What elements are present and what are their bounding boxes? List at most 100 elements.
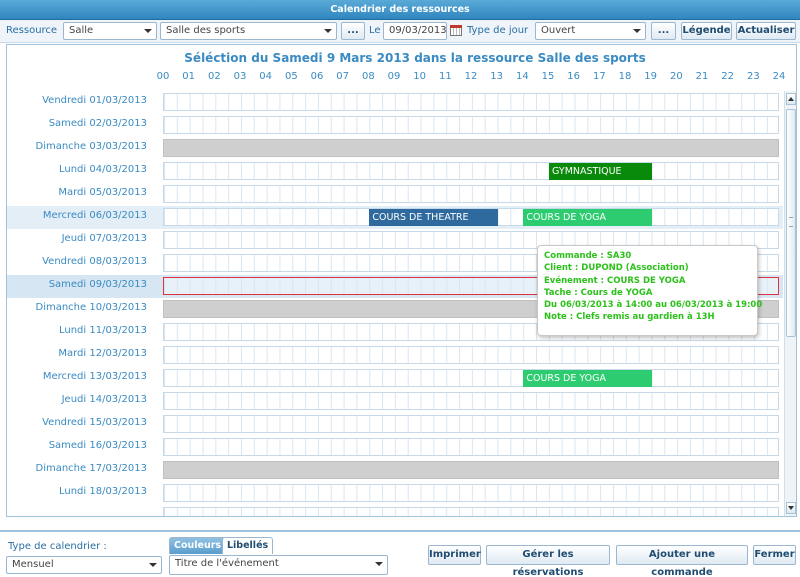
closed-day-track[interactable] xyxy=(163,139,779,157)
day-track[interactable] xyxy=(163,116,779,134)
chevron-down-icon xyxy=(144,29,152,33)
calendar-row[interactable]: Vendredi 01/03/2013 xyxy=(7,91,783,114)
selection-title: Séléction du Samedi 9 Mars 2013 dans la … xyxy=(184,51,646,65)
row-date: Mercredi 06/03/2013 xyxy=(42,210,147,221)
ressource-more-button[interactable]: ... xyxy=(341,22,365,40)
ajouter-commande-button[interactable]: Ajouter une commande xyxy=(616,545,748,577)
event-block[interactable]: GYMNASTIQUE xyxy=(549,163,652,180)
calendar-row[interactable]: Dimanche 17/03/2013 xyxy=(7,459,783,482)
hour-label: 15 xyxy=(541,71,555,82)
row-date: Vendredi 01/03/2013 xyxy=(42,95,147,106)
calendar-row[interactable]: Lundi 18/03/2013 xyxy=(7,482,783,505)
hour-label: 05 xyxy=(284,71,298,82)
gerer-reservations-button[interactable]: Gérer les réservations xyxy=(486,545,610,577)
day-track[interactable] xyxy=(163,93,779,111)
calendar-row[interactable]: Mercredi 13/03/2013 COURS DE YOGA xyxy=(7,367,783,390)
vertical-scrollbar[interactable] xyxy=(784,91,796,516)
window-title: Calendrier des ressources xyxy=(0,0,800,20)
tooltip-line: Tache : Cours de YOGA xyxy=(544,287,653,298)
row-date: Jeudi 14/03/2013 xyxy=(61,394,147,405)
hour-label: 11 xyxy=(438,71,452,82)
tab-couleurs[interactable]: Couleurs xyxy=(169,537,227,554)
calendar-row[interactable]: Jeudi 14/03/2013 xyxy=(7,390,783,413)
row-date: Samedi 09/03/2013 xyxy=(48,279,147,290)
day-track[interactable]: GYMNASTIQUE xyxy=(163,162,779,180)
hour-label: 18 xyxy=(618,71,632,82)
tooltip-line: Du 06/03/2013 à 14:00 au 06/03/2013 à 19… xyxy=(544,300,763,311)
row-date: Mercredi 13/03/2013 xyxy=(42,371,147,382)
event-block[interactable]: COURS DE YOGA xyxy=(523,370,652,387)
day-track[interactable]: COURS DE YOGA xyxy=(163,369,779,387)
tooltip-line: Client : DUPOND (Association) xyxy=(544,263,689,274)
closed-day-track[interactable] xyxy=(163,461,779,479)
ressource-name-value: Salle des sports xyxy=(166,25,246,36)
date-value: 09/03/2013 xyxy=(389,25,447,36)
toolbar: Ressource Salle Salle des sports ... Le … xyxy=(0,20,800,43)
day-track[interactable] xyxy=(163,346,779,364)
legende-button[interactable]: Légende xyxy=(681,22,732,40)
ressource-name-select[interactable]: Salle des sports xyxy=(160,22,337,40)
hour-label: 16 xyxy=(567,71,581,82)
chevron-down-icon xyxy=(375,562,383,566)
event-tooltip: Commande : SA30 Client : DUPOND (Associat… xyxy=(537,245,763,336)
scroll-up-icon[interactable] xyxy=(786,93,796,105)
day-track[interactable] xyxy=(163,392,779,410)
calendar-row[interactable]: Samedi 16/03/2013 xyxy=(7,436,783,459)
calendar-row[interactable]: Lundi 04/03/2013 GYMNASTIQUE xyxy=(7,160,783,183)
hour-header: 00 01 02 03 04 05 06 07 08 09 10 11 12 13 14 15 16 17 18 19… xyxy=(7,71,798,85)
day-track[interactable] xyxy=(163,438,779,456)
day-track[interactable] xyxy=(163,185,779,203)
hour-label: 12 xyxy=(464,71,478,82)
ressource-type-value: Salle xyxy=(69,25,94,36)
row-date: Jeudi 07/03/2013 xyxy=(61,233,147,244)
row-date: Dimanche 10/03/2013 xyxy=(35,302,148,313)
day-track[interactable]: COURS DE THEATRE COURS DE YOGA xyxy=(163,208,779,226)
type-jour-select[interactable]: Ouvert xyxy=(535,22,646,40)
hour-label: 22 xyxy=(721,71,735,82)
calendar-row[interactable] xyxy=(7,505,783,516)
actualiser-button[interactable]: Actualiser xyxy=(736,22,796,40)
hour-label: 19 xyxy=(644,71,658,82)
calendar-row[interactable]: Dimanche 03/03/2013 xyxy=(7,137,783,160)
scroll-thumb[interactable] xyxy=(786,109,796,337)
hour-label: 21 xyxy=(695,71,709,82)
chevron-down-icon xyxy=(633,29,641,33)
type-calendrier-select[interactable]: Mensuel xyxy=(6,556,162,574)
calendar-row[interactable]: Vendredi 15/03/2013 xyxy=(7,413,783,436)
hour-label: 07 xyxy=(336,71,350,82)
hour-label: 20 xyxy=(669,71,683,82)
row-date: Dimanche 03/03/2013 xyxy=(35,141,148,152)
hour-label: 24 xyxy=(772,71,786,82)
fermer-button[interactable]: Fermer xyxy=(753,545,796,565)
libelle-select[interactable]: Titre de l'événement xyxy=(169,555,388,575)
ressource-type-select[interactable]: Salle xyxy=(63,22,157,40)
type-jour-more-button[interactable]: ... xyxy=(651,22,676,40)
chevron-down-icon xyxy=(149,563,157,567)
hour-label: 01 xyxy=(182,71,196,82)
hour-label: 08 xyxy=(361,71,375,82)
row-date: Samedi 16/03/2013 xyxy=(48,440,147,451)
day-track[interactable] xyxy=(163,484,779,502)
event-block[interactable]: COURS DE THEATRE xyxy=(369,209,498,226)
imprimer-button[interactable]: Imprimer xyxy=(428,545,481,565)
calendar-row[interactable]: Samedi 02/03/2013 xyxy=(7,114,783,137)
row-date: Lundi 11/03/2013 xyxy=(58,325,147,336)
type-jour-value: Ouvert xyxy=(541,25,576,36)
day-track[interactable] xyxy=(163,507,779,516)
chevron-down-icon xyxy=(324,29,332,33)
tab-libelles[interactable]: Libellés xyxy=(222,537,274,554)
hour-label: 03 xyxy=(233,71,247,82)
calendar-row[interactable]: Mercredi 06/03/2013 COURS DE THEATRE COURS… xyxy=(7,206,783,229)
scroll-down-icon[interactable] xyxy=(786,502,796,514)
day-track[interactable] xyxy=(163,415,779,433)
type-calendrier-value: Mensuel xyxy=(12,559,54,570)
calendar-icon[interactable] xyxy=(450,25,462,36)
type-calendrier-label: Type de calendrier : xyxy=(8,541,107,552)
calendar-row[interactable]: Mardi 12/03/2013 xyxy=(7,344,783,367)
date-label: Le xyxy=(369,25,381,36)
date-input[interactable]: 09/03/2013 xyxy=(383,22,447,40)
hour-label: 14 xyxy=(515,71,529,82)
event-block[interactable]: COURS DE YOGA xyxy=(523,209,652,226)
calendar-row[interactable]: Mardi 05/03/2013 xyxy=(7,183,783,206)
type-jour-label: Type de jour xyxy=(467,25,529,36)
